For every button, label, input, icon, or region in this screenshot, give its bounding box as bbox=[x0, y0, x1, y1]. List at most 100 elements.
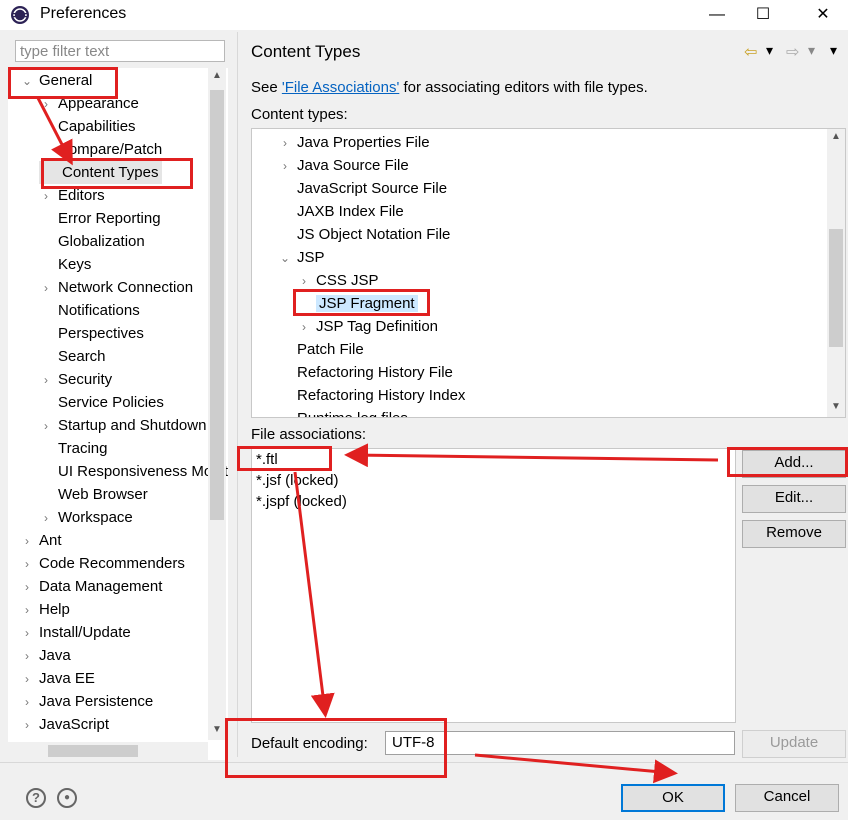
close-button[interactable]: ✕ bbox=[800, 0, 846, 30]
panel-divider[interactable] bbox=[237, 32, 238, 757]
content-type-java-source-file[interactable]: › Java Source File bbox=[278, 154, 409, 177]
file-association-item[interactable]: *.jsf (locked) bbox=[256, 471, 339, 491]
tree-item-label: Web Browser bbox=[58, 486, 148, 503]
tree-item-search[interactable]: Search bbox=[39, 345, 106, 368]
tree-item-java-ee[interactable]: › Java EE bbox=[20, 667, 95, 690]
arrow-encoding-to-ok bbox=[474, 753, 678, 784]
chevron-right-icon[interactable]: › bbox=[278, 132, 292, 155]
chevron-right-icon[interactable]: › bbox=[39, 369, 53, 392]
tree-item-workspace[interactable]: › Workspace bbox=[39, 506, 133, 529]
scroll-up-icon[interactable]: ▲ bbox=[212, 70, 222, 81]
tree-item-javascript[interactable]: › JavaScript bbox=[20, 713, 109, 736]
chevron-right-icon[interactable]: › bbox=[39, 277, 53, 300]
chevron-right-icon[interactable]: › bbox=[297, 316, 311, 339]
tree-item-help[interactable]: › Help bbox=[20, 598, 70, 621]
cancel-button[interactable]: Cancel bbox=[735, 784, 839, 812]
chevron-right-icon[interactable]: › bbox=[39, 507, 53, 530]
tree-item-globalization[interactable]: Globalization bbox=[39, 230, 145, 253]
content-type-refactoring-history-index[interactable]: Refactoring History Index bbox=[278, 384, 465, 407]
annotation-box-encoding bbox=[225, 718, 447, 778]
help-icon[interactable]: ? bbox=[26, 788, 46, 808]
tree-item-label: Keys bbox=[58, 256, 92, 273]
tree-item-network-connection[interactable]: › Network Connection bbox=[39, 276, 193, 299]
chevron-right-icon[interactable]: › bbox=[20, 668, 34, 691]
chevron-right-icon[interactable]: › bbox=[39, 415, 53, 438]
remove-button[interactable]: Remove bbox=[742, 520, 846, 548]
tree-item-capabilities[interactable]: Capabilities bbox=[39, 115, 136, 138]
chevron-right-icon[interactable]: › bbox=[20, 599, 34, 622]
content-type-refactoring-history-file[interactable]: Refactoring History File bbox=[278, 361, 453, 384]
tree-item-perspectives[interactable]: Perspectives bbox=[39, 322, 144, 345]
tree-item-install-update[interactable]: › Install/Update bbox=[20, 621, 131, 644]
tree-item-service-policies[interactable]: Service Policies bbox=[39, 391, 164, 414]
update-button[interactable]: Update bbox=[742, 730, 846, 758]
tree-item-ui-responsiveness-monitoring[interactable]: UI Responsiveness Monitoring bbox=[39, 460, 228, 483]
tree-item-ant[interactable]: › Ant bbox=[20, 529, 62, 552]
content-type-java-properties-file[interactable]: › Java Properties File bbox=[278, 131, 430, 154]
tree-item-label: Java bbox=[39, 647, 71, 664]
content-type-jaxb-index-file[interactable]: JAXB Index File bbox=[278, 200, 404, 223]
forward-menu-icon[interactable]: ▾ bbox=[808, 42, 815, 59]
chevron-right-icon[interactable]: › bbox=[20, 645, 34, 668]
chevron-right-icon[interactable]: › bbox=[20, 622, 34, 645]
content-type-patch-file[interactable]: Patch File bbox=[278, 338, 364, 361]
chevron-right-icon[interactable]: › bbox=[278, 155, 292, 178]
filter-input[interactable]: type filter text bbox=[15, 40, 225, 62]
content-type-js-object-notation-file[interactable]: JS Object Notation File bbox=[278, 223, 450, 246]
tree-item-label: Globalization bbox=[58, 233, 145, 250]
file-associations-link[interactable]: 'File Associations' bbox=[282, 79, 399, 96]
content-type-javascript-source-file[interactable]: JavaScript Source File bbox=[278, 177, 447, 200]
ct-scroll-up-icon[interactable]: ▲ bbox=[831, 131, 841, 142]
edit-button[interactable]: Edit... bbox=[742, 485, 846, 513]
scroll-down-icon[interactable]: ▼ bbox=[212, 724, 222, 735]
chevron-down-icon[interactable]: ⌄ bbox=[278, 247, 292, 270]
minimize-button[interactable]: — bbox=[694, 0, 740, 30]
chevron-right-icon[interactable]: › bbox=[20, 691, 34, 714]
forward-icon[interactable]: ⇨ bbox=[786, 42, 799, 62]
annotation-box-general bbox=[8, 67, 118, 99]
chevron-right-icon[interactable]: › bbox=[20, 576, 34, 599]
tree-item-notifications[interactable]: Notifications bbox=[39, 299, 140, 322]
content-type-jsp-tag-definition[interactable]: › JSP Tag Definition bbox=[297, 315, 438, 338]
tree-item-security[interactable]: › Security bbox=[39, 368, 112, 391]
content-type-label: Refactoring History Index bbox=[297, 387, 466, 404]
tree-item-code-recommenders[interactable]: › Code Recommenders bbox=[20, 552, 185, 575]
tree-item-web-browser[interactable]: Web Browser bbox=[39, 483, 148, 506]
content-type-jsp[interactable]: ⌄ JSP bbox=[278, 246, 325, 269]
content-type-runtime-log-files[interactable]: Runtime log files bbox=[278, 407, 408, 417]
ct-scroll-thumb[interactable] bbox=[829, 229, 843, 347]
annotation-box-ftl bbox=[237, 446, 332, 471]
tree-item-startup-and-shutdown[interactable]: › Startup and Shutdown bbox=[39, 414, 206, 437]
tree-hscroll-thumb[interactable] bbox=[48, 745, 138, 757]
content-types-scrollbar[interactable]: ▲ ▼ bbox=[827, 129, 845, 417]
tree-item-label: Ant bbox=[39, 532, 62, 549]
tree-item-error-reporting[interactable]: Error Reporting bbox=[39, 207, 161, 230]
tree-item-java[interactable]: › Java bbox=[20, 644, 71, 667]
chevron-right-icon[interactable]: › bbox=[20, 553, 34, 576]
file-association-item[interactable]: *.jspf (locked) bbox=[256, 492, 347, 512]
ok-button[interactable]: OK bbox=[621, 784, 725, 812]
view-menu-icon[interactable]: ▾ bbox=[830, 42, 837, 59]
tree-item-label: Workspace bbox=[58, 509, 133, 526]
ct-scroll-down-icon[interactable]: ▼ bbox=[831, 401, 841, 412]
tree-item-label: Error Reporting bbox=[58, 210, 161, 227]
tree-horizontal-scrollbar[interactable] bbox=[8, 742, 208, 760]
annotation-box-content-types bbox=[41, 158, 193, 189]
content-type-label: JSP bbox=[297, 249, 325, 266]
back-menu-icon[interactable]: ▾ bbox=[766, 42, 773, 59]
tree-item-label: Java Persistence bbox=[39, 693, 154, 710]
content-type-label: JavaScript Source File bbox=[297, 180, 448, 197]
content-type-label: Java Properties File bbox=[297, 134, 430, 151]
tree-item-java-persistence[interactable]: › Java Persistence bbox=[20, 690, 153, 713]
tree-item-data-management[interactable]: › Data Management bbox=[20, 575, 162, 598]
maximize-button[interactable]: ☐ bbox=[740, 0, 786, 30]
tree-item-tracing[interactable]: Tracing bbox=[39, 437, 107, 460]
tree-item-keys[interactable]: Keys bbox=[39, 253, 91, 276]
tree-scroll-thumb[interactable] bbox=[210, 90, 224, 520]
chevron-right-icon[interactable]: › bbox=[20, 530, 34, 553]
back-icon[interactable]: ⇦ bbox=[744, 42, 757, 62]
record-icon[interactable]: ● bbox=[57, 788, 77, 808]
chevron-right-icon[interactable]: › bbox=[20, 714, 34, 737]
tree-vertical-scrollbar[interactable]: ▲ ▼ bbox=[208, 68, 226, 740]
tree-item-label: Data Management bbox=[39, 578, 163, 595]
